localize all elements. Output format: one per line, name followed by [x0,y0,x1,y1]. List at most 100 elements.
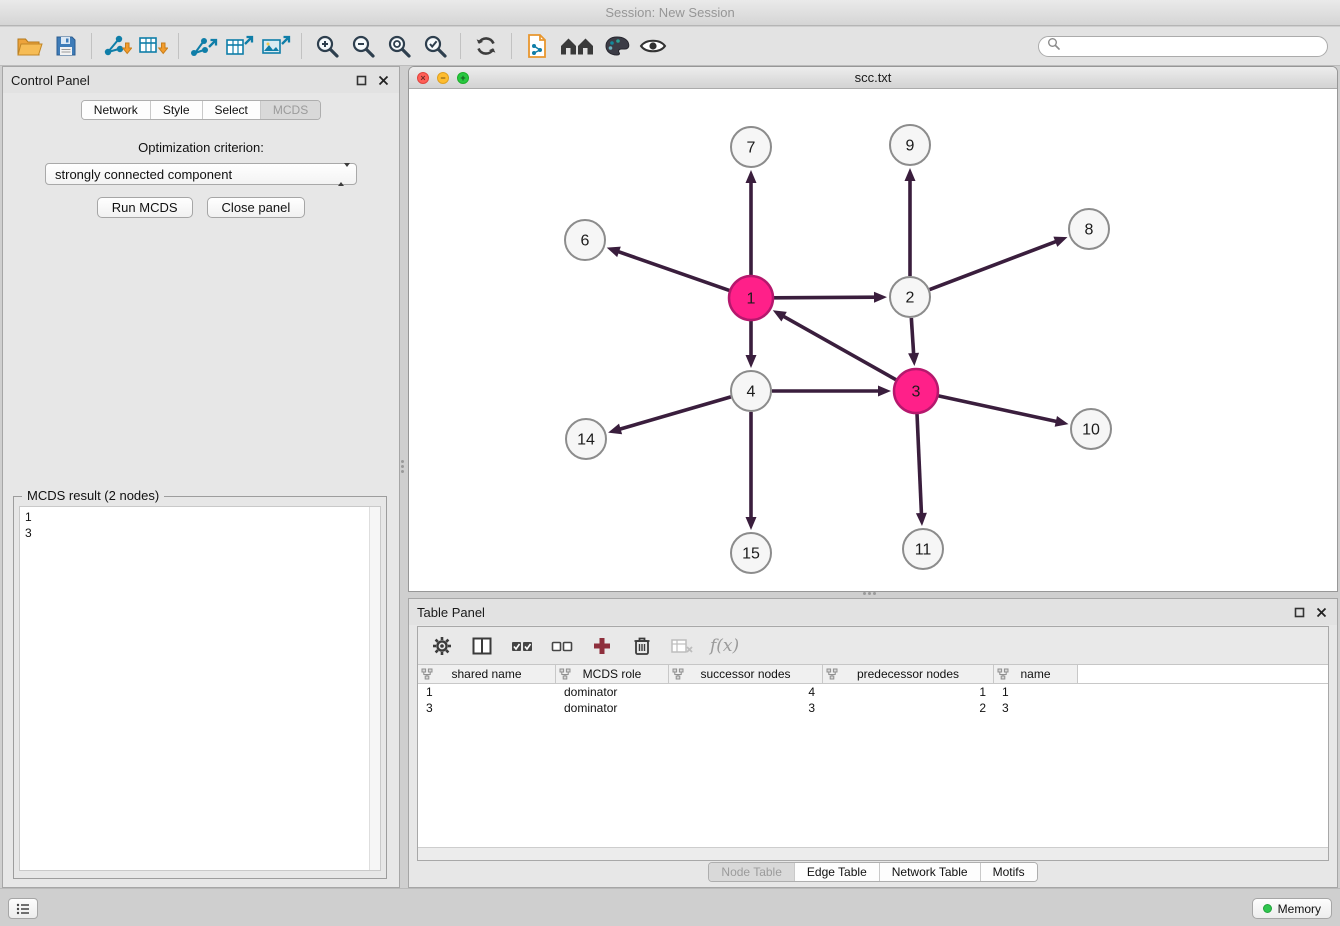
status-bar: Memory [0,888,1340,926]
mcds-result-textarea[interactable]: 1 3 [19,506,381,871]
edge-2-3[interactable] [911,318,913,355]
export-table-icon[interactable] [222,30,258,62]
node-7[interactable]: 7 [731,127,771,167]
svg-text:15: 15 [742,546,760,563]
node-9[interactable]: 9 [890,125,930,165]
column-header-name[interactable]: name [994,665,1078,683]
control-panel-tabbar: NetworkStyleSelectMCDS [3,100,399,120]
edge-3-11[interactable] [917,414,921,515]
criterion-dropdown[interactable]: strongly connected component [45,163,357,185]
edge-1-2[interactable] [774,297,876,298]
export-network-icon[interactable] [186,30,222,62]
zoom-selected-icon[interactable] [417,30,453,62]
edge-arrowhead [607,247,621,257]
column-header-successor-nodes[interactable]: successor nodes [669,665,823,683]
select-all-checks-icon[interactable] [510,634,534,658]
edge-1-6[interactable] [617,251,729,290]
open-file-icon[interactable] [12,30,48,62]
column-header-MCDS-role[interactable]: MCDS role [556,665,669,683]
table-panel-header: Table Panel [409,599,1337,625]
tab-edge-table[interactable]: Edge Table [794,863,879,881]
edge-2-8[interactable] [930,241,1058,289]
add-column-icon[interactable] [590,634,614,658]
close-panel-button[interactable]: Close panel [207,197,306,218]
node-11[interactable]: 11 [903,529,943,569]
network-file-icon[interactable] [519,30,555,62]
close-panel-icon[interactable] [375,72,391,88]
table-row[interactable]: 3dominator323 [418,700,1328,716]
node-14[interactable]: 14 [566,419,606,459]
columns-icon[interactable] [470,634,494,658]
vertical-splitter[interactable] [401,460,404,473]
node-1[interactable]: 1 [729,276,773,320]
refresh-icon[interactable] [468,30,504,62]
tab-select[interactable]: Select [202,101,260,119]
node-10[interactable]: 10 [1071,409,1111,449]
save-session-icon[interactable] [48,30,84,62]
float-table-panel-icon[interactable] [1291,604,1307,620]
import-network-icon[interactable] [99,30,135,62]
table-body: 1dominator4113dominator323 [418,684,1328,716]
control-panel-title: Control Panel [11,73,90,88]
style-palette-icon[interactable] [599,30,635,62]
home-icon[interactable] [555,30,599,62]
node-3[interactable]: 3 [894,369,938,413]
close-table-panel-icon[interactable] [1313,604,1329,620]
tab-mcds[interactable]: MCDS [260,101,320,119]
minimize-window-icon[interactable]: − [437,72,449,84]
edge-3-1[interactable] [782,316,896,380]
mcds-result-group: MCDS result (2 nodes) 1 3 [13,496,387,879]
edge-arrowhead [746,355,757,368]
table-horizontal-scrollbar[interactable] [418,847,1328,860]
memory-button[interactable]: Memory [1252,898,1332,919]
node-6[interactable]: 6 [565,220,605,260]
node-8[interactable]: 8 [1069,209,1109,249]
trash-icon[interactable] [630,634,654,658]
table-toolbar: f(x) [418,627,1328,665]
close-window-icon[interactable]: × [417,72,429,84]
zoom-in-icon[interactable] [309,30,345,62]
tab-network-table[interactable]: Network Table [879,863,980,881]
tab-style[interactable]: Style [150,101,202,119]
edge-arrowhead [905,168,916,181]
export-image-icon[interactable] [258,30,294,62]
zoom-fit-icon[interactable] [381,30,417,62]
import-table-icon[interactable] [135,30,171,62]
column-header-predecessor-nodes[interactable]: predecessor nodes [823,665,994,683]
table-cell: 1 [418,685,556,699]
mcds-result-scrollbar[interactable] [369,507,380,870]
node-2[interactable]: 2 [890,277,930,317]
edge-arrowhead [908,353,919,366]
edge-arrowhead [916,513,927,526]
tab-node-table[interactable]: Node Table [709,863,794,881]
network-canvas[interactable]: 7 9 6 8 1 2 4 3 14 10 15 11 [409,89,1337,592]
dropdown-arrows-icon [338,167,350,182]
deselect-all-checks-icon[interactable] [550,634,574,658]
svg-text:7: 7 [747,140,756,157]
network-view-window: × − + scc.txt 7968124314101511 [408,66,1338,592]
toolbar-separator [511,33,512,59]
svg-text:11: 11 [915,542,932,559]
tab-motifs[interactable]: Motifs [980,863,1037,881]
table-cell: 3 [418,701,556,715]
zoom-window-icon[interactable]: + [457,72,469,84]
table-cell: 3 [994,701,1078,715]
node-15[interactable]: 15 [731,533,771,573]
zoom-out-icon[interactable] [345,30,381,62]
toolbar-separator [301,33,302,59]
edge-3-10[interactable] [938,396,1057,422]
edge-4-14[interactable] [619,397,731,430]
search-input[interactable] [1065,38,1319,54]
table-row[interactable]: 1dominator411 [418,684,1328,700]
gear-icon[interactable] [430,634,454,658]
float-panel-icon[interactable] [353,72,369,88]
search-box[interactable] [1038,36,1328,57]
run-mcds-button[interactable]: Run MCDS [97,197,193,218]
window-title: Session: New Session [605,5,734,20]
tab-network[interactable]: Network [82,101,150,119]
horizontal-splitter[interactable] [863,592,876,595]
node-4[interactable]: 4 [731,371,771,411]
column-header-shared-name[interactable]: shared name [418,665,556,683]
eye-icon[interactable] [635,30,671,62]
command-console-button[interactable] [8,898,38,919]
